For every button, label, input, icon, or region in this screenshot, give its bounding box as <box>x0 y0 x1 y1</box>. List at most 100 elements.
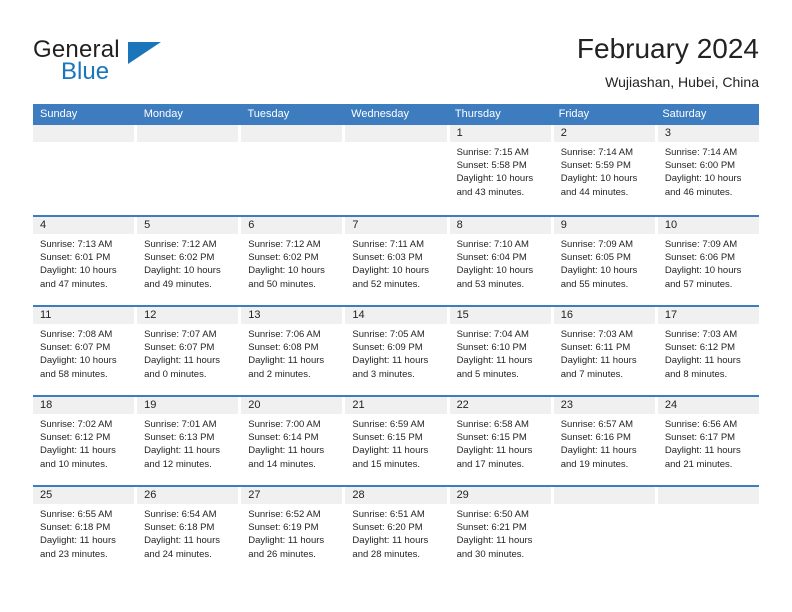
day-info-line: Daylight: 10 hours <box>40 355 117 367</box>
calendar-day-cell[interactable]: 24 Sunrise: 6:56 AM Sunset: 6:17 PM Dayligh… <box>657 397 759 485</box>
day-sun-info: Sunrise: 7:15 AM Sunset: 5:58 PM Daylight:… <box>450 142 551 199</box>
calendar-day-cell[interactable]: 27 Sunrise: 6:52 AM Sunset: 6:19 PM Dayligh… <box>241 487 346 575</box>
day-number <box>657 487 759 504</box>
weekday-header-wednesday: Wednesday <box>351 108 410 120</box>
day-sun-info: Sunrise: 6:57 AM Sunset: 6:16 PM Daylight:… <box>554 414 655 471</box>
day-info-line: and 28 minutes. <box>352 548 421 560</box>
calendar-day-cell[interactable]: 4 Sunrise: 7:13 AM Sunset: 6:01 PM Daylight… <box>33 217 138 305</box>
calendar-day-cell[interactable]: 7 Sunrise: 7:11 AM Sunset: 6:03 PM Daylight… <box>345 217 450 305</box>
calendar-day-cell[interactable]: 12 Sunrise: 7:07 AM Sunset: 6:07 PM Dayligh… <box>137 307 242 395</box>
calendar-day-cell[interactable]: 2 Sunrise: 7:14 AM Sunset: 5:59 PM Daylight… <box>553 125 658 215</box>
day-number: 5 <box>137 217 239 234</box>
day-info-line: Sunset: 6:11 PM <box>560 342 631 354</box>
day-number: 26 <box>137 487 239 504</box>
calendar-day-cell[interactable]: 21 Sunrise: 6:59 AM Sunset: 6:15 PM Dayligh… <box>345 397 450 485</box>
day-info-line: Sunrise: 7:10 AM <box>456 239 529 250</box>
day-info-line: Sunrise: 7:15 AM <box>456 147 529 158</box>
day-info-line: Sunrise: 7:01 AM <box>144 419 217 430</box>
day-info-line: Sunrise: 6:50 AM <box>456 509 529 520</box>
calendar-day-cell[interactable]: 9 Sunrise: 7:09 AM Sunset: 6:05 PM Daylight… <box>553 217 658 305</box>
day-sun-info: Sunrise: 6:55 AM Sunset: 6:18 PM Daylight:… <box>33 504 134 561</box>
day-sun-info: Sunrise: 7:08 AM Sunset: 6:07 PM Daylight:… <box>33 324 134 381</box>
calendar-day-cell[interactable]: 18 Sunrise: 7:02 AM Sunset: 6:12 PM Dayligh… <box>33 397 138 485</box>
weekday-header-thursday: Thursday <box>454 108 501 120</box>
day-number: 2 <box>553 125 655 142</box>
calendar-day-cell[interactable]: 29 Sunrise: 6:50 AM Sunset: 6:21 PM Dayligh… <box>449 487 554 575</box>
day-info-line: Sunrise: 7:11 AM <box>352 239 425 250</box>
day-info-line: Sunrise: 7:08 AM <box>40 329 113 340</box>
day-info-line: Sunset: 6:04 PM <box>456 252 527 264</box>
day-info-line: Sunset: 6:10 PM <box>456 342 527 354</box>
day-number: 27 <box>241 487 343 504</box>
day-info-line: Daylight: 10 hours <box>248 265 325 277</box>
weekday-header-sunday: Sunday <box>40 108 78 120</box>
calendar-day-cell[interactable]: 11 Sunrise: 7:08 AM Sunset: 6:07 PM Dayligh… <box>33 307 138 395</box>
day-info-line: Daylight: 11 hours <box>144 355 221 367</box>
logo-text-blue: Blue <box>61 58 110 85</box>
day-number: 9 <box>553 217 655 234</box>
day-sun-info: Sunrise: 6:56 AM Sunset: 6:17 PM Daylight:… <box>658 414 759 471</box>
day-info-line: and 0 minutes. <box>144 368 207 380</box>
calendar-day-cell[interactable]: 25 Sunrise: 6:55 AM Sunset: 6:18 PM Dayligh… <box>33 487 138 575</box>
calendar-day-cell[interactable]: 16 Sunrise: 7:03 AM Sunset: 6:11 PM Dayligh… <box>553 307 658 395</box>
day-info-line: and 49 minutes. <box>144 278 212 290</box>
calendar-day-cell[interactable]: 26 Sunrise: 6:54 AM Sunset: 6:18 PM Dayligh… <box>137 487 242 575</box>
day-info-line: Sunset: 6:15 PM <box>456 432 527 444</box>
calendar-day-cell[interactable]: 10 Sunrise: 7:09 AM Sunset: 6:06 PM Dayligh… <box>657 217 759 305</box>
calendar-day-cell[interactable]: 17 Sunrise: 7:03 AM Sunset: 6:12 PM Dayligh… <box>657 307 759 395</box>
day-number <box>137 125 239 142</box>
day-info-line: Sunrise: 7:12 AM <box>248 239 321 250</box>
day-sun-info: Sunrise: 6:52 AM Sunset: 6:19 PM Daylight:… <box>241 504 342 561</box>
day-info-line: and 8 minutes. <box>664 368 728 380</box>
day-info-line: Daylight: 11 hours <box>664 445 741 457</box>
day-info-line: Daylight: 11 hours <box>456 355 533 367</box>
day-info-line: Sunset: 6:07 PM <box>144 342 215 354</box>
calendar-day-cell[interactable]: 3 Sunrise: 7:14 AM Sunset: 6:00 PM Daylight… <box>657 125 759 215</box>
day-sun-info: Sunrise: 7:12 AM Sunset: 6:02 PM Daylight:… <box>137 234 238 291</box>
day-info-line: and 14 minutes. <box>248 458 316 470</box>
day-info-line: Sunset: 6:20 PM <box>352 522 423 534</box>
day-info-line: Sunrise: 7:13 AM <box>40 239 113 250</box>
day-number: 10 <box>657 217 759 234</box>
calendar-day-cell[interactable]: 15 Sunrise: 7:04 AM Sunset: 6:10 PM Dayligh… <box>449 307 554 395</box>
day-info-line: Daylight: 10 hours <box>40 265 117 277</box>
calendar-day-cell[interactable]: 19 Sunrise: 7:01 AM Sunset: 6:13 PM Dayligh… <box>137 397 242 485</box>
day-number: 23 <box>553 397 655 414</box>
calendar-day-cell[interactable]: 1 Sunrise: 7:15 AM Sunset: 5:58 PM Daylight… <box>449 125 554 215</box>
calendar-day-cell[interactable]: 28 Sunrise: 6:51 AM Sunset: 6:20 PM Dayligh… <box>345 487 450 575</box>
calendar-day-cell[interactable]: 22 Sunrise: 6:58 AM Sunset: 6:15 PM Dayligh… <box>449 397 554 485</box>
calendar-day-cell-empty <box>241 125 346 215</box>
day-sun-info: Sunrise: 7:00 AM Sunset: 6:14 PM Daylight:… <box>241 414 342 471</box>
day-info-line: Daylight: 11 hours <box>248 535 325 547</box>
calendar-day-cell[interactable]: 6 Sunrise: 7:12 AM Sunset: 6:02 PM Daylight… <box>241 217 346 305</box>
day-number: 6 <box>241 217 343 234</box>
calendar-day-cell[interactable]: 8 Sunrise: 7:10 AM Sunset: 6:04 PM Daylight… <box>449 217 554 305</box>
day-sun-info <box>241 142 342 146</box>
calendar-day-cell[interactable]: 23 Sunrise: 6:57 AM Sunset: 6:16 PM Dayligh… <box>553 397 658 485</box>
day-info-line: Sunset: 6:18 PM <box>144 522 215 534</box>
day-info-line: Sunset: 6:15 PM <box>352 432 423 444</box>
calendar-day-cell[interactable]: 20 Sunrise: 7:00 AM Sunset: 6:14 PM Dayligh… <box>241 397 346 485</box>
day-info-line: Daylight: 10 hours <box>560 173 638 185</box>
day-sun-info: Sunrise: 6:59 AM Sunset: 6:15 PM Daylight:… <box>345 414 446 471</box>
day-sun-info <box>137 142 238 146</box>
day-info-line: Sunset: 6:03 PM <box>352 252 423 264</box>
calendar-day-cell[interactable]: 13 Sunrise: 7:06 AM Sunset: 6:08 PM Dayligh… <box>241 307 346 395</box>
day-sun-info <box>33 142 134 146</box>
calendar-grid: Sunday Monday Tuesday Wednesday Thursday Frid… <box>33 104 759 575</box>
general-blue-logo[interactable]: General Blue <box>33 36 233 88</box>
day-info-line: Sunrise: 7:03 AM <box>560 329 634 340</box>
day-info-line: Daylight: 11 hours <box>248 445 325 457</box>
day-info-line: Daylight: 11 hours <box>144 445 221 457</box>
day-info-line: Sunset: 6:13 PM <box>144 432 215 444</box>
calendar-day-cell[interactable]: 5 Sunrise: 7:12 AM Sunset: 6:02 PM Daylight… <box>137 217 242 305</box>
day-number: 21 <box>345 397 447 414</box>
day-info-line: Sunrise: 7:09 AM <box>664 239 738 250</box>
day-info-line: and 5 minutes. <box>456 368 519 380</box>
day-info-line: Daylight: 11 hours <box>248 355 325 367</box>
day-info-line: and 23 minutes. <box>40 548 108 560</box>
day-number: 8 <box>449 217 551 234</box>
calendar-day-cell-empty <box>345 125 450 215</box>
day-info-line: Sunrise: 7:04 AM <box>456 329 529 340</box>
calendar-day-cell[interactable]: 14 Sunrise: 7:05 AM Sunset: 6:09 PM Dayligh… <box>345 307 450 395</box>
